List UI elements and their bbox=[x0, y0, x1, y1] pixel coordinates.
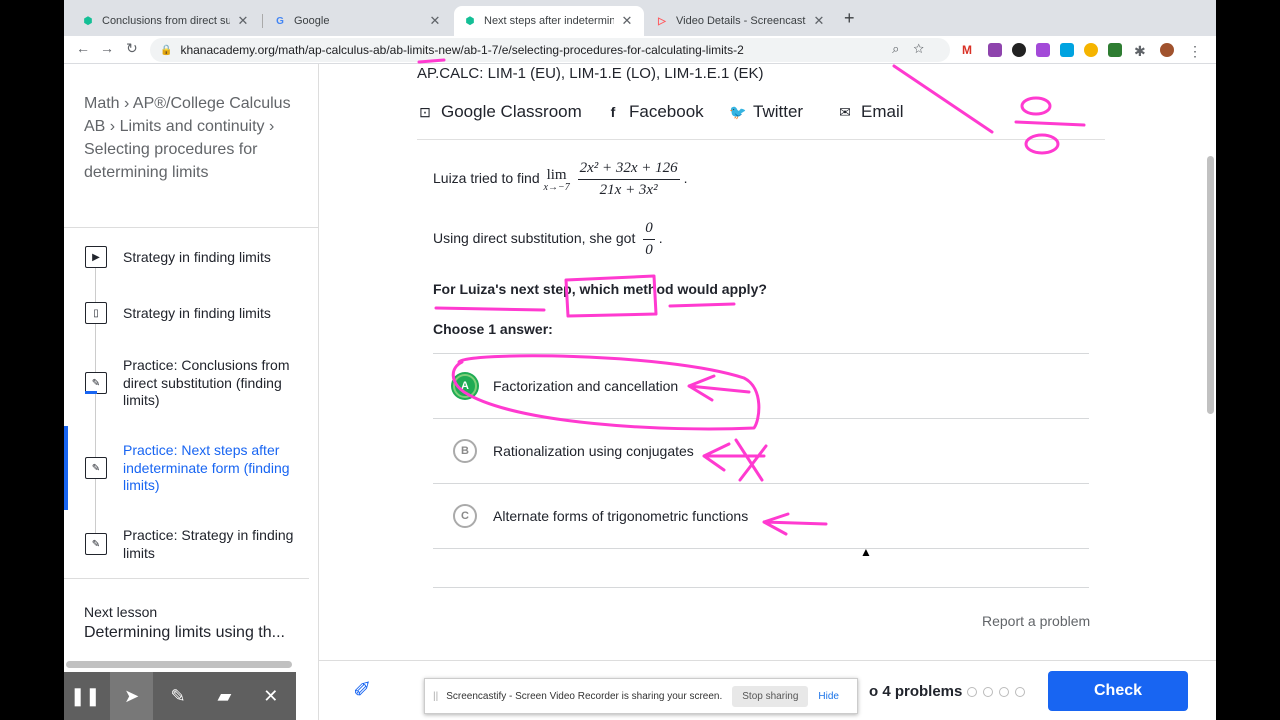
next-lesson-label: Next lesson bbox=[84, 604, 158, 620]
answer-option-b[interactable]: B Rationalization using conjugates bbox=[433, 419, 1089, 483]
address-bar[interactable]: 🔒 khanacademy.org/math/ap-calculus-ab/ab… bbox=[150, 38, 950, 62]
share-google-classroom[interactable]: ⊡ Google Classroom bbox=[417, 102, 582, 122]
zoom-star-icons[interactable]: ⌕☆ bbox=[892, 41, 938, 57]
share-facebook[interactable]: f Facebook bbox=[605, 102, 704, 122]
screencastify-icon: ▷ bbox=[658, 15, 666, 27]
sidebar-item-video[interactable]: ▶ Strategy in finding limits bbox=[64, 246, 309, 286]
limit-expression: lim x→−7 bbox=[543, 166, 570, 193]
pen-icon[interactable]: ✎ bbox=[157, 672, 199, 720]
question-prompt: For Luiza's next step, which method woul… bbox=[433, 281, 767, 297]
next-lesson-link[interactable]: Determining limits using th... bbox=[84, 624, 299, 642]
lock-icon: 🔒 bbox=[160, 44, 173, 56]
tab-conclusions[interactable]: ⬢ Conclusions from direct substit ✕ bbox=[72, 6, 260, 36]
browser-toolbar: ← → ↻ 🔒 khanacademy.org/math/ap-calculus… bbox=[64, 36, 1216, 64]
menu-icon[interactable]: ⋮ bbox=[1188, 43, 1202, 59]
puzzle-icon[interactable]: ✱ bbox=[1134, 43, 1148, 59]
horizontal-scrollbar[interactable] bbox=[66, 661, 292, 668]
tab-google[interactable]: G Google ✕ bbox=[264, 6, 452, 36]
question-direct-substitution: Using direct substitution, she got 0 0 . bbox=[433, 220, 663, 258]
screen-share-banner: || Screencastify - Screen Video Recorder… bbox=[424, 678, 858, 714]
drag-handle-icon[interactable]: || bbox=[433, 691, 438, 702]
annotation-toolbar: ❚❚ ➤ ✎ ▰ ✕ bbox=[64, 672, 296, 720]
main-scrollbar[interactable] bbox=[1207, 156, 1214, 414]
close-tab-icon[interactable]: ✕ bbox=[620, 13, 634, 29]
practice-progress-bar bbox=[85, 391, 97, 394]
exercise-area: AP.CALC: LIM-1 (EU), LIM-1.E (LO), LIM-1… bbox=[319, 64, 1216, 660]
hide-banner-button[interactable]: Hide bbox=[818, 691, 839, 702]
cursor-icon[interactable]: ➤ bbox=[110, 672, 153, 720]
tab-strip: ⬢ Conclusions from direct substit ✕ G Go… bbox=[64, 0, 1216, 36]
breadcrumb-math[interactable]: Math bbox=[84, 95, 120, 112]
pencil-icon: ✎ bbox=[85, 533, 107, 555]
khan-academy-icon: ⬢ bbox=[83, 15, 93, 27]
choose-instruction: Choose 1 answer: bbox=[433, 321, 553, 337]
progress-dot bbox=[983, 687, 993, 697]
facebook-icon: f bbox=[610, 104, 616, 120]
pencil-icon: ✎ bbox=[85, 457, 107, 479]
banner-text: Screencastify - Screen Video Recorder is… bbox=[446, 690, 723, 702]
progress-dot bbox=[967, 687, 977, 697]
twitter-icon: 🐦 bbox=[729, 103, 747, 120]
question-limit: Luiza tried to find lim x→−7 2x² + 32x +… bbox=[433, 160, 688, 198]
breadcrumb: Math › AP®/College Calculus AB › Limits … bbox=[84, 95, 291, 181]
pause-icon[interactable]: ❚❚ bbox=[64, 672, 106, 720]
progress-dot bbox=[1015, 687, 1025, 697]
check-button[interactable]: Check bbox=[1048, 671, 1188, 711]
extension-icon[interactable] bbox=[988, 43, 1002, 57]
close-icon[interactable]: ✕ bbox=[250, 672, 292, 720]
scratchpad-icon[interactable]: ✐ bbox=[353, 677, 371, 703]
tab-next-steps[interactable]: ⬢ Next steps after indeterminate ✕ bbox=[454, 6, 644, 36]
reload-icon[interactable]: ↻ bbox=[126, 40, 138, 57]
option-badge: C bbox=[453, 504, 477, 528]
option-badge: A bbox=[453, 374, 477, 398]
forward-icon[interactable]: → bbox=[100, 40, 114, 56]
google-icon: G bbox=[276, 15, 284, 27]
gmail-icon[interactable]: M bbox=[962, 43, 976, 57]
breadcrumb-lesson[interactable]: Selecting procedures for determining lim… bbox=[84, 141, 257, 181]
stop-sharing-button[interactable]: Stop sharing bbox=[732, 685, 809, 707]
tab-screencastify[interactable]: ▷ Video Details - Screencastify ✕ bbox=[646, 6, 836, 36]
url-text: khanacademy.org/math/ap-calculus-ab/ab-l… bbox=[180, 43, 744, 57]
answer-option-c[interactable]: C Alternate forms of trigonometric funct… bbox=[433, 484, 1089, 548]
close-tab-icon[interactable]: ✕ bbox=[236, 13, 250, 29]
progress-text: o 4 problems bbox=[869, 683, 963, 700]
close-tab-icon[interactable]: ✕ bbox=[812, 13, 826, 29]
extension-icon[interactable] bbox=[1012, 43, 1026, 57]
answer-option-a[interactable]: A Factorization and cancellation bbox=[433, 354, 1089, 418]
close-tab-icon[interactable]: ✕ bbox=[428, 13, 442, 29]
extension-icon[interactable] bbox=[1108, 43, 1122, 57]
pdf-icon[interactable] bbox=[1036, 43, 1050, 57]
sidebar-item-practice-strategy[interactable]: ✎ Practice: Strategy in finding limits bbox=[64, 527, 309, 567]
option-badge: B bbox=[453, 439, 477, 463]
email-icon: ✉ bbox=[839, 103, 851, 120]
share-twitter[interactable]: 🐦 Twitter bbox=[729, 102, 803, 122]
back-icon[interactable]: ← bbox=[76, 40, 90, 56]
extension-icon[interactable] bbox=[1084, 43, 1098, 57]
highlighter-icon[interactable]: ▰ bbox=[203, 672, 245, 720]
khan-academy-icon: ⬢ bbox=[465, 15, 475, 27]
google-classroom-icon: ⊡ bbox=[419, 103, 431, 120]
progress-dot bbox=[999, 687, 1009, 697]
limit-fraction: 2x² + 32x + 126 21x + 3x² bbox=[577, 160, 680, 198]
share-email[interactable]: ✉ Email bbox=[837, 102, 903, 122]
article-icon: ▯ bbox=[85, 302, 107, 324]
play-icon: ▶ bbox=[85, 246, 107, 268]
sidebar-item-article[interactable]: ▯ Strategy in finding limits bbox=[64, 302, 309, 342]
lesson-sidebar: Math › AP®/College Calculus AB › Limits … bbox=[64, 64, 319, 720]
sidebar-item-practice-next-steps[interactable]: ✎ Practice: Next steps after indetermina… bbox=[64, 442, 309, 502]
report-problem-link[interactable]: Report a problem bbox=[982, 613, 1090, 629]
new-tab-icon[interactable]: + bbox=[844, 8, 855, 29]
browser-window: ⬢ Conclusions from direct substit ✕ G Go… bbox=[64, 0, 1216, 720]
breadcrumb-unit[interactable]: Limits and continuity bbox=[120, 118, 265, 135]
sidebar-item-practice-conclusions[interactable]: ✎ Practice: Conclusions from direct subs… bbox=[64, 357, 309, 417]
standards-text: AP.CALC: LIM-1 (EU), LIM-1.E (LO), LIM-1… bbox=[417, 65, 764, 82]
extension-icon[interactable] bbox=[1060, 43, 1074, 57]
zero-over-zero: 0 0 bbox=[643, 220, 655, 258]
mouse-cursor-icon: ▲ bbox=[860, 545, 872, 559]
profile-avatar[interactable] bbox=[1160, 43, 1174, 57]
